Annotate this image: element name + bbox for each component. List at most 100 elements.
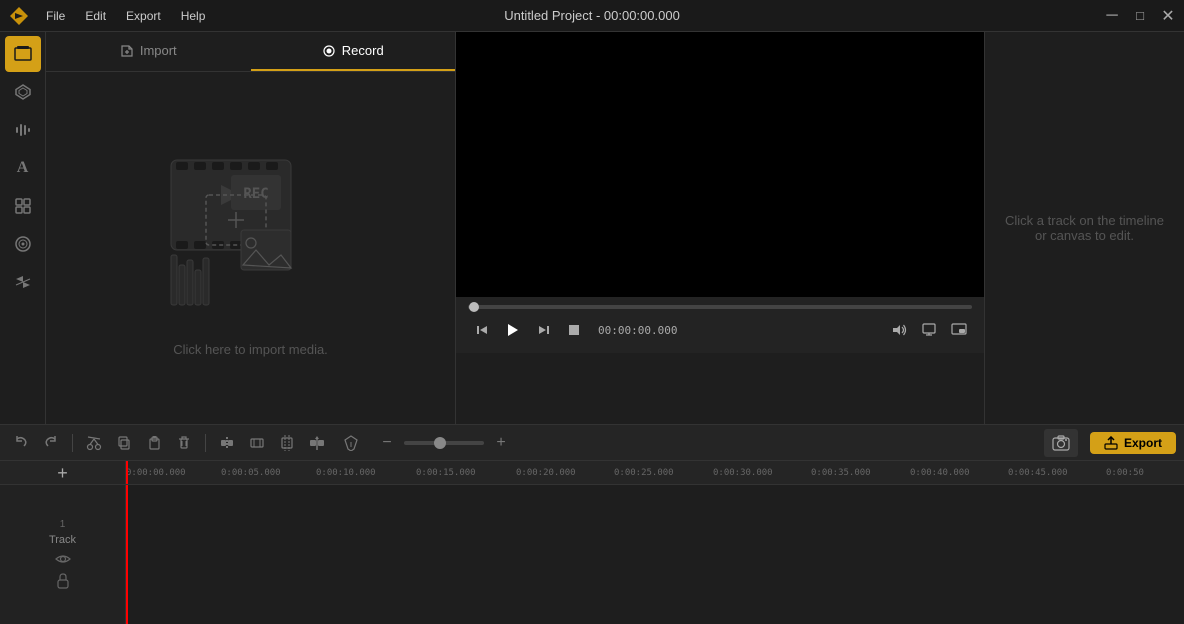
sidebar-item-transitions[interactable] <box>5 264 41 300</box>
stop-button[interactable] <box>560 316 588 344</box>
tab-import[interactable]: Import <box>46 32 251 71</box>
progress-bar[interactable] <box>468 305 972 309</box>
window-title: Untitled Project - 00:00:00.000 <box>504 8 680 23</box>
prev-frame-icon <box>475 323 489 337</box>
right-panel-hint: Click a track on the timeline or canvas … <box>1005 213 1164 243</box>
ruler-mark-20: 0:00:20.000 <box>516 468 576 478</box>
titlebar: File Edit Export Help Untitled Project -… <box>0 0 1184 32</box>
sidebar-item-overlays[interactable] <box>5 74 41 110</box>
sidebar-item-text[interactable]: A <box>5 150 41 186</box>
menu-help[interactable]: Help <box>177 7 210 25</box>
import-graphic: REC <box>151 140 351 330</box>
export-button[interactable]: Export <box>1090 432 1176 454</box>
menu-edit[interactable]: Edit <box>81 7 110 25</box>
zoom-plus-icon: + <box>496 434 505 452</box>
cut-icon <box>86 435 102 451</box>
timeline: + 0:00:00.000 0:00:05.000 0:00:10.000 0:… <box>0 461 1184 624</box>
progress-handle[interactable] <box>469 302 479 312</box>
zoom-out-button[interactable]: − <box>376 432 398 454</box>
menu-file[interactable]: File <box>42 7 69 25</box>
delete-icon <box>176 435 192 451</box>
paste-button[interactable] <box>141 430 167 456</box>
marker-button[interactable] <box>338 430 364 456</box>
record-tab-label: Record <box>342 43 384 58</box>
media-import-area[interactable]: REC Click here to import media. <box>46 72 455 424</box>
sidebar-item-effects[interactable] <box>5 226 41 262</box>
toolbar: − + Export <box>0 425 1184 461</box>
undo-icon <box>13 435 29 451</box>
next-frame-button[interactable] <box>530 316 558 344</box>
export-label: Export <box>1124 436 1162 450</box>
video-canvas <box>456 32 984 297</box>
import-icon <box>120 44 134 58</box>
copy-button[interactable] <box>111 430 137 456</box>
app-logo <box>8 5 30 27</box>
next-frame-icon <box>537 323 551 337</box>
record-icon <box>322 44 336 58</box>
volume-button[interactable] <box>886 317 912 343</box>
ruler-mark-35: 0:00:35.000 <box>811 468 871 478</box>
tab-record[interactable]: Record <box>251 32 456 71</box>
undo-button[interactable] <box>8 430 34 456</box>
split-playhead-icon <box>309 435 325 451</box>
ruler-mark-25: 0:00:25.000 <box>614 468 674 478</box>
playhead-line <box>126 485 128 624</box>
track-label: Track <box>49 534 76 546</box>
import-tab-label: Import <box>140 43 177 58</box>
snapshot-button[interactable] <box>1044 429 1078 457</box>
menu-export[interactable]: Export <box>122 7 165 25</box>
sidebar: A <box>0 32 46 424</box>
sidebar-item-media[interactable] <box>5 36 41 72</box>
track-number: 1 <box>60 519 66 530</box>
ruler-mark-10: 0:00:10.000 <box>316 468 376 478</box>
trim-button[interactable] <box>244 430 270 456</box>
add-track-button[interactable]: + <box>0 461 126 485</box>
trim-icon <box>249 435 265 451</box>
sidebar-item-templates[interactable] <box>5 188 41 224</box>
close-button[interactable]: ✕ <box>1160 8 1176 24</box>
media-tabs: Import Record <box>46 32 455 72</box>
cut-button[interactable] <box>81 430 107 456</box>
ruler-mark-45: 0:00:45.000 <box>1008 468 1068 478</box>
fullscreen-button[interactable] <box>916 317 942 343</box>
redo-button[interactable] <box>38 430 64 456</box>
paste-icon <box>146 435 162 451</box>
delete-button[interactable] <box>171 430 197 456</box>
toolbar-sep-2 <box>205 434 206 452</box>
track-content[interactable] <box>126 485 1184 624</box>
add-track-icon: + <box>57 463 68 484</box>
zoom-minus-icon: − <box>382 434 391 452</box>
toolbar-sep-1 <box>72 434 73 452</box>
track-lock-button[interactable] <box>54 572 72 590</box>
copy-icon <box>116 435 132 451</box>
ruler-mark-30: 0:00:30.000 <box>713 468 773 478</box>
tracks-area: 1 Track <box>0 485 1184 624</box>
track-1-header: 1 Track <box>0 485 125 624</box>
maximize-button[interactable]: □ <box>1132 8 1148 24</box>
pip-button[interactable] <box>946 317 972 343</box>
zoom-slider[interactable] <box>404 441 484 445</box>
redo-icon <box>43 435 59 451</box>
play-button[interactable] <box>498 315 528 345</box>
controls-right <box>886 317 972 343</box>
fullscreen-icon <box>921 322 937 338</box>
zoom-handle[interactable] <box>434 437 446 449</box>
sidebar-item-audio[interactable] <box>5 112 41 148</box>
import-hint-text: Click here to import media. <box>173 342 328 357</box>
crop-button[interactable] <box>274 430 300 456</box>
stop-icon <box>568 324 580 336</box>
zoom-in-button[interactable]: + <box>490 432 512 454</box>
split-button[interactable] <box>214 430 240 456</box>
bottom-section: − + Export <box>0 424 1184 624</box>
snapshot-icon <box>1052 435 1070 451</box>
lock-icon <box>56 573 70 589</box>
track-visibility-button[interactable] <box>54 550 72 568</box>
minimize-button[interactable]: ─ <box>1104 8 1120 24</box>
window-controls: ─ □ ✕ <box>1104 8 1176 24</box>
main-layout: A <box>0 32 1184 424</box>
volume-icon <box>891 322 907 338</box>
split-at-playhead-button[interactable] <box>304 430 330 456</box>
eye-icon <box>55 553 71 565</box>
prev-frame-button[interactable] <box>468 316 496 344</box>
right-panel: Click a track on the timeline or canvas … <box>984 32 1184 424</box>
